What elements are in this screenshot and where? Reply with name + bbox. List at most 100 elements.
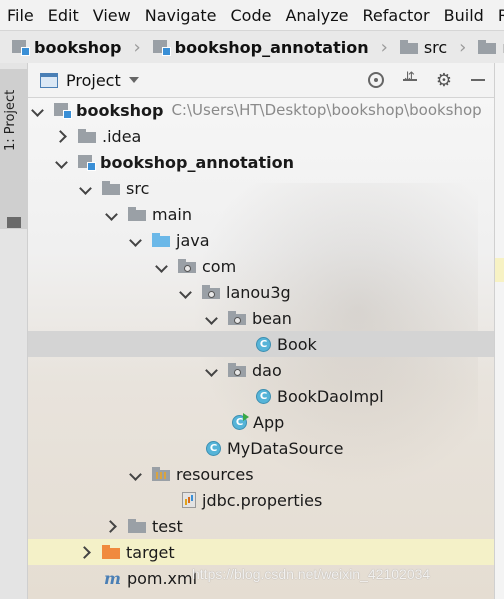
tree-item-com[interactable]: com (28, 253, 494, 279)
module-icon (54, 102, 72, 119)
tree-item-java[interactable]: java (28, 227, 494, 253)
watermark: https://blog.csdn.net/weixin_42102034 (192, 566, 431, 582)
tree-item-mydatasource[interactable]: C MyDataSource (28, 435, 494, 461)
project-tool-tab-label: 1: Project (3, 89, 18, 151)
collapse-arrow-icon[interactable] (56, 130, 68, 142)
module-icon (78, 154, 96, 171)
resources-folder-icon (152, 467, 170, 481)
current-line-highlight (495, 258, 504, 282)
breadcrumb-label: src (423, 37, 448, 57)
tree-item-label: java (176, 230, 210, 250)
tree-item-book[interactable]: C Book (28, 331, 494, 357)
panel-toolbar: ⚙ (366, 63, 494, 97)
tree-item-label: target (126, 542, 175, 562)
tree-item-bookdaoimpl[interactable]: C BookDaoImpl (28, 383, 494, 409)
folder-icon (399, 40, 418, 54)
menu-edit[interactable]: Edit (41, 6, 86, 25)
folder-icon (128, 519, 146, 533)
tree-item-bean[interactable]: bean (28, 305, 494, 331)
project-window-icon (40, 72, 58, 88)
minimize-icon (471, 79, 485, 81)
folder-icon (102, 181, 120, 195)
chevron-right-icon: › (459, 36, 467, 58)
folder-icon (128, 207, 146, 221)
tree-item-app[interactable]: C App (28, 409, 494, 435)
tree-item-target[interactable]: target (28, 539, 494, 565)
expand-arrow-icon[interactable] (130, 234, 142, 246)
breadcrumb-item-main[interactable]: main › (466, 37, 504, 58)
expand-arrow-icon[interactable] (156, 260, 168, 272)
tree-item-src[interactable]: src (28, 175, 494, 201)
tree-item-label: App (253, 412, 285, 432)
tree-item-dao[interactable]: dao (28, 357, 494, 383)
tree-item-label: MyDataSource (227, 438, 344, 458)
package-icon (202, 285, 220, 299)
folder-icon (78, 129, 96, 143)
tree-item-lanou3g[interactable]: lanou3g (28, 279, 494, 305)
hide-panel-button[interactable] (468, 70, 488, 90)
editor-gutter (494, 63, 504, 599)
chevron-right-icon: › (133, 36, 141, 58)
menu-navigate[interactable]: Navigate (138, 6, 224, 25)
tree-item-resources[interactable]: resources (28, 461, 494, 487)
expand-arrow-icon[interactable] (56, 156, 68, 168)
tree-item-test[interactable]: test (28, 513, 494, 539)
breadcrumb-item-src[interactable]: src › (388, 36, 467, 58)
panel-title[interactable]: Project (66, 71, 121, 90)
collapse-all-button[interactable] (400, 70, 420, 90)
tree-item-bookshop[interactable]: bookshop C:\Users\HT\Desktop\bookshop\bo… (28, 97, 494, 123)
menu-refactor[interactable]: Refactor (356, 6, 437, 25)
tree-item-label: resources (176, 464, 254, 484)
menu-build[interactable]: Build (437, 6, 491, 25)
tree-item-label: bean (252, 308, 292, 328)
menu-analyze[interactable]: Analyze (278, 6, 355, 25)
maven-icon: m (104, 568, 121, 588)
expand-arrow-icon[interactable] (80, 182, 92, 194)
tree-item-idea[interactable]: .idea (28, 123, 494, 149)
expand-arrow-icon[interactable] (130, 468, 142, 480)
crosshair-icon (368, 72, 384, 88)
menu-run[interactable]: Run (491, 6, 504, 25)
settings-button[interactable]: ⚙ (434, 70, 454, 91)
expand-arrow-icon[interactable] (180, 286, 192, 298)
breadcrumb-label: bookshop_annotation (174, 37, 369, 57)
chevron-down-icon[interactable] (128, 77, 139, 83)
tree-item-label: bookshop (76, 100, 164, 120)
class-icon: C (256, 388, 271, 404)
expand-arrow-icon[interactable] (206, 312, 218, 324)
menu-file[interactable]: File (0, 6, 41, 25)
tree-item-label: Book (277, 334, 317, 354)
tree-item-bookshop-annotation[interactable]: bookshop_annotation (28, 149, 494, 175)
excluded-folder-icon (102, 545, 120, 559)
folder-icon (478, 40, 497, 54)
tree-item-label: test (152, 516, 183, 536)
expand-arrow-icon[interactable] (106, 208, 118, 220)
tree-item-label: src (126, 178, 150, 198)
package-icon (228, 311, 246, 325)
locate-file-button[interactable] (366, 70, 386, 90)
module-icon (152, 39, 171, 56)
tree-item-jdbc-properties[interactable]: jdbc.properties (28, 487, 494, 513)
breadcrumb-item-bookshop[interactable]: bookshop › (0, 37, 141, 58)
menu-view[interactable]: View (86, 6, 138, 25)
tree-item-main[interactable]: main (28, 201, 494, 227)
tree-item-label: dao (252, 360, 282, 380)
breadcrumb-item-bookshop-annotation[interactable]: bookshop_annotation › (141, 37, 388, 58)
project-tool-tab[interactable]: 1: Project (0, 69, 27, 229)
tree-item-label: lanou3g (226, 282, 291, 302)
chevron-right-icon: › (380, 36, 388, 58)
class-icon: C (256, 336, 271, 352)
menu-code[interactable]: Code (224, 6, 279, 25)
module-icon (12, 39, 30, 56)
collapse-arrow-icon[interactable] (80, 546, 92, 558)
expand-arrow-icon[interactable] (32, 104, 44, 116)
breadcrumb: bookshop › bookshop_annotation › src › m… (0, 30, 504, 64)
class-icon: C (206, 440, 221, 456)
collapse-arrow-icon[interactable] (106, 520, 118, 532)
properties-file-icon (182, 492, 196, 508)
source-folder-icon (152, 233, 170, 247)
folder-icon (7, 217, 21, 228)
tree-item-label: com (202, 256, 237, 276)
tree-item-label: main (152, 204, 192, 224)
expand-arrow-icon[interactable] (206, 364, 218, 376)
